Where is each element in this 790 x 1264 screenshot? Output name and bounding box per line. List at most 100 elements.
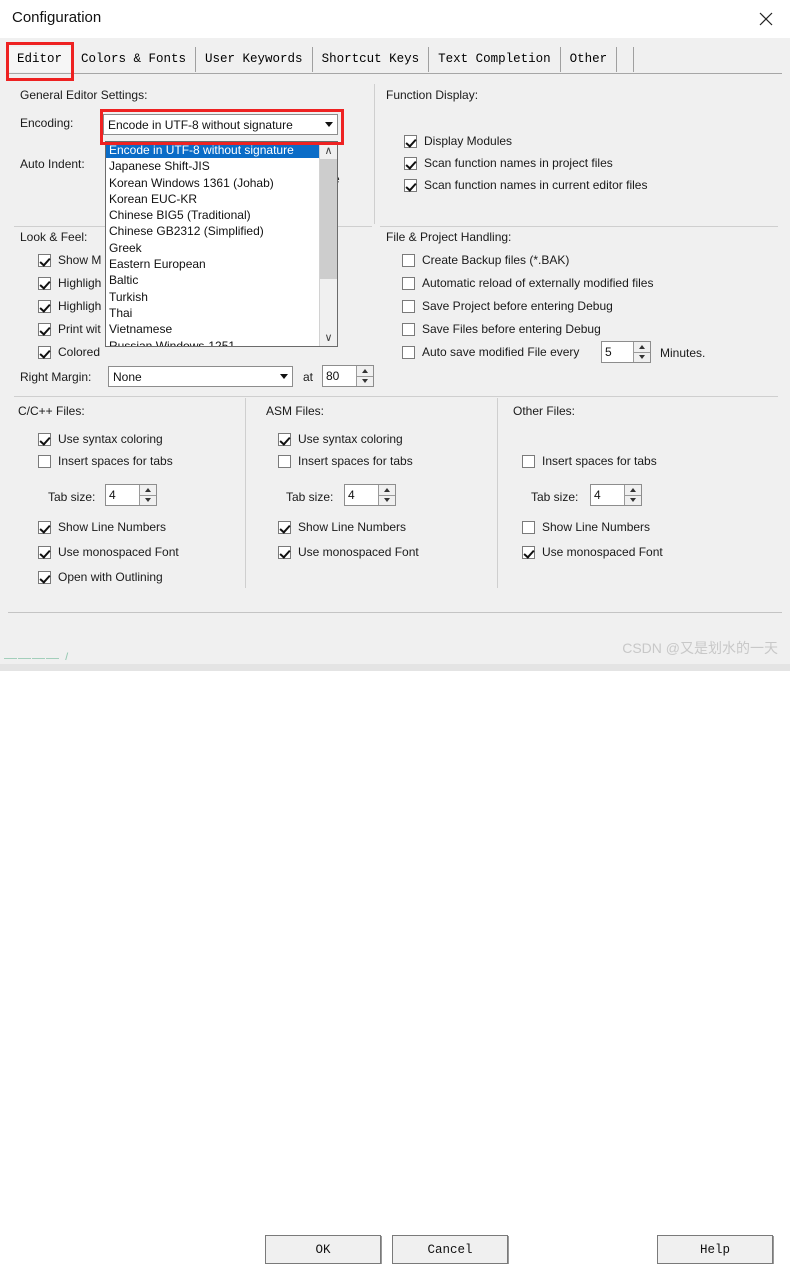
checkbox-highlight-2[interactable]: Highligh: [38, 299, 101, 313]
tab-other[interactable]: Other: [560, 47, 618, 72]
other-files-label: Other Files:: [513, 404, 576, 418]
checkbox-icon: [404, 178, 417, 192]
checkbox-label: Open with Outlining: [58, 570, 163, 584]
encoding-combobox[interactable]: Encode in UTF-8 without signature: [103, 114, 338, 135]
asm-tab-size-label: Tab size:: [286, 490, 334, 504]
dropdown-option[interactable]: Japanese Shift-JIS: [106, 158, 319, 174]
dropdown-option[interactable]: Chinese GB2312 (Simplified): [106, 223, 319, 239]
tab-strip: Editor Colors & Fonts User Keywords Shor…: [0, 38, 790, 74]
look-feel-label: Look & Feel:: [20, 230, 88, 244]
checkbox-c-show-line-numbers[interactable]: Show Line Numbers: [38, 520, 166, 534]
tab-colors-and-fonts[interactable]: Colors & Fonts: [72, 47, 197, 72]
checkbox-label: Highligh: [58, 299, 102, 313]
scroll-down-icon[interactable]: ∨: [320, 329, 337, 346]
stepper-down-icon[interactable]: [139, 495, 156, 505]
checkbox-other-insert-spaces[interactable]: Insert spaces for tabs: [522, 454, 657, 468]
help-button[interactable]: Help: [657, 1235, 773, 1264]
checkbox-print-with[interactable]: Print wit: [38, 322, 101, 336]
dropdown-option[interactable]: Thai: [106, 305, 319, 321]
checkbox-label: Print wit: [58, 322, 101, 336]
stepper-up-icon[interactable]: [633, 342, 650, 353]
checkbox-label: Use syntax coloring: [298, 432, 403, 446]
checkbox-label: Insert spaces for tabs: [542, 454, 657, 468]
checkbox-label: Insert spaces for tabs: [58, 454, 173, 468]
stepper-up-icon[interactable]: [356, 366, 373, 377]
checkbox-c-open-with-outlining[interactable]: Open with Outlining: [38, 570, 163, 584]
checkbox-other-show-line-numbers[interactable]: Show Line Numbers: [522, 520, 650, 534]
checkbox-label: Create Backup files (*.BAK): [422, 253, 570, 267]
scroll-up-icon[interactable]: ∧: [320, 142, 337, 159]
encoding-combobox-value: Encode in UTF-8 without signature: [108, 117, 293, 132]
scrollbar-thumb[interactable]: [320, 159, 337, 279]
right-margin-column-stepper[interactable]: 80: [322, 365, 374, 387]
tab-underline: [8, 73, 782, 74]
checkbox-c-monospaced-font[interactable]: Use monospaced Font: [38, 545, 179, 559]
tab-user-keywords[interactable]: User Keywords: [196, 47, 313, 72]
checkbox-scan-project-files[interactable]: Scan function names in project files: [404, 156, 613, 170]
checkbox-asm-insert-spaces[interactable]: Insert spaces for tabs: [278, 454, 413, 468]
checkbox-asm-use-syntax-coloring[interactable]: Use syntax coloring: [278, 432, 403, 446]
cancel-button[interactable]: Cancel: [392, 1235, 508, 1264]
tab-label: Colors & Fonts: [81, 52, 187, 66]
chevron-down-icon[interactable]: [275, 367, 292, 386]
dropdown-option[interactable]: Korean Windows 1361 (Johab): [106, 175, 319, 191]
checkbox-colored[interactable]: Colored: [38, 345, 100, 359]
stepper-up-icon[interactable]: [378, 485, 395, 496]
dropdown-option[interactable]: Vietnamese: [106, 321, 319, 337]
dropdown-option[interactable]: Russian Windows-1251: [106, 338, 319, 346]
checkbox-c-use-syntax-coloring[interactable]: Use syntax coloring: [38, 432, 163, 446]
checkbox-display-modules[interactable]: Display Modules: [404, 134, 512, 148]
asm-files-label: ASM Files:: [266, 404, 325, 418]
checkbox-icon: [38, 276, 51, 290]
asm-tab-size-stepper[interactable]: 4: [344, 484, 396, 506]
dropdown-option[interactable]: Eastern European: [106, 256, 319, 272]
checkbox-save-project-debug[interactable]: Save Project before entering Debug: [402, 299, 613, 313]
ok-button[interactable]: OK: [265, 1235, 381, 1264]
checkbox-highlight-1[interactable]: Highligh: [38, 276, 101, 290]
checkbox-auto-reload[interactable]: Automatic reload of externally modified …: [402, 276, 653, 290]
stepper-down-icon[interactable]: [378, 495, 395, 505]
checkbox-icon: [38, 570, 51, 584]
right-margin-combobox[interactable]: None: [108, 366, 293, 387]
tab-editor[interactable]: Editor: [8, 47, 73, 72]
checkbox-label: Use monospaced Font: [542, 545, 663, 559]
close-icon[interactable]: [742, 0, 790, 38]
checkbox-c-insert-spaces[interactable]: Insert spaces for tabs: [38, 454, 173, 468]
checkbox-create-backup[interactable]: Create Backup files (*.BAK): [402, 253, 569, 267]
checkbox-save-files-debug[interactable]: Save Files before entering Debug: [402, 322, 601, 336]
checkbox-other-monospaced-font[interactable]: Use monospaced Font: [522, 545, 663, 559]
checkbox-icon: [522, 545, 535, 559]
checkbox-show-m[interactable]: Show M: [38, 253, 101, 267]
dropdown-option[interactable]: Baltic: [106, 272, 319, 288]
c-tab-size-stepper[interactable]: 4: [105, 484, 157, 506]
tab-shortcut-keys[interactable]: Shortcut Keys: [312, 47, 430, 72]
checkbox-scan-editor-files[interactable]: Scan function names in current editor fi…: [404, 178, 647, 192]
checkbox-asm-show-line-numbers[interactable]: Show Line Numbers: [278, 520, 406, 534]
tab-text-completion[interactable]: Text Completion: [429, 47, 561, 72]
checkbox-icon: [278, 432, 291, 446]
dropdown-option[interactable]: Korean EUC-KR: [106, 191, 319, 207]
stepper-up-icon[interactable]: [139, 485, 156, 496]
dropdown-option[interactable]: Encode in UTF-8 without signature: [106, 142, 319, 159]
auto-save-minutes-stepper[interactable]: 5: [601, 341, 651, 363]
other-tab-size-label: Tab size:: [531, 490, 579, 504]
chevron-down-icon[interactable]: [320, 115, 337, 134]
stepper-down-icon[interactable]: [633, 352, 650, 362]
scrollbar-track[interactable]: [320, 279, 337, 329]
stepper-up-icon[interactable]: [624, 485, 641, 496]
checkbox-label: Use syntax coloring: [58, 432, 163, 446]
dropdown-option[interactable]: Turkish: [106, 289, 319, 305]
stepper-down-icon[interactable]: [624, 495, 641, 505]
other-tab-size-stepper[interactable]: 4: [590, 484, 642, 506]
checkbox-asm-monospaced-font[interactable]: Use monospaced Font: [278, 545, 419, 559]
help-button-label: Help: [699, 1242, 730, 1257]
dropdown-option[interactable]: Chinese BIG5 (Traditional): [106, 207, 319, 223]
window-title: Configuration: [12, 9, 102, 26]
checkbox-icon: [402, 276, 415, 290]
checkbox-icon: [522, 454, 535, 468]
checkbox-auto-save[interactable]: Auto save modified File every: [402, 345, 579, 359]
dropdown-scrollbar[interactable]: ∧ ∨: [319, 142, 337, 346]
encoding-dropdown-list[interactable]: Encode in UTF-8 without signature Japane…: [105, 141, 338, 347]
dropdown-option[interactable]: Greek: [106, 240, 319, 256]
stepper-down-icon[interactable]: [356, 376, 373, 386]
